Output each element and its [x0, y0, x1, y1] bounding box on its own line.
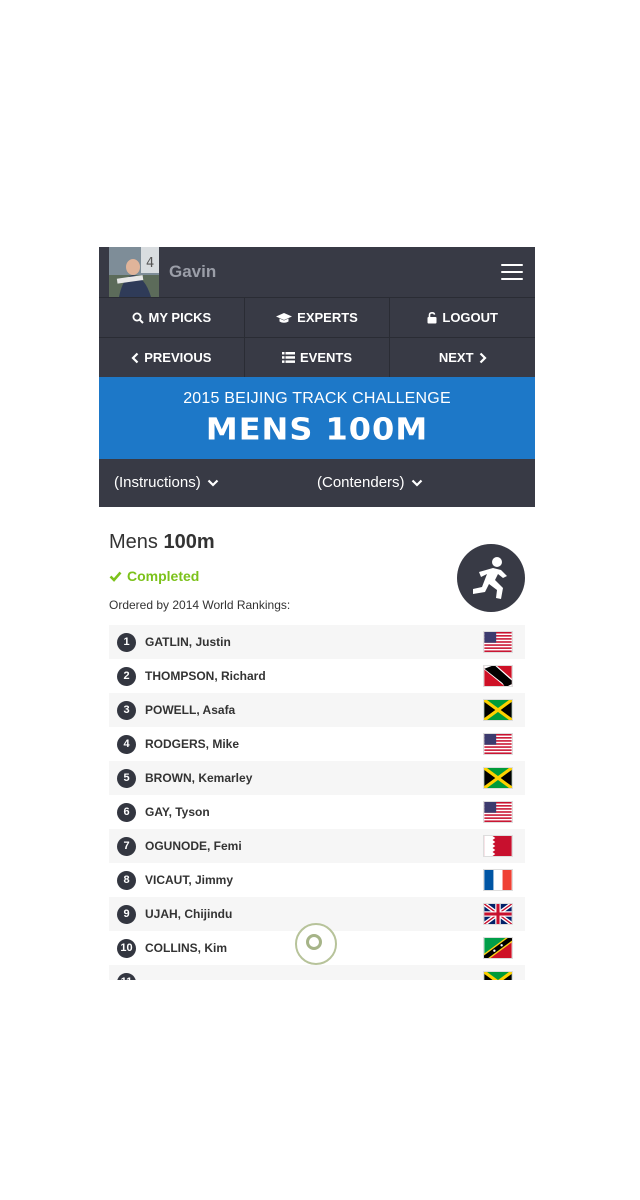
events-label: EVENTS: [300, 350, 353, 365]
toggle-bar: (Instructions) (Contenders): [99, 459, 535, 507]
jamaica-flag-icon: [483, 767, 513, 789]
previous-button[interactable]: PREVIOUS: [99, 338, 245, 377]
event-banner: 2015 BEIJING TRACK CHALLENGE MENS 100M: [99, 377, 535, 459]
athlete-name: VICAUT, Jimmy: [145, 873, 234, 887]
france-flag-icon: [483, 869, 513, 891]
sprinter-icon: [457, 544, 525, 612]
avatar[interactable]: 4: [109, 247, 159, 297]
usa-flag-icon: [483, 733, 513, 755]
logout-label: LOGOUT: [442, 310, 498, 325]
rank-badge: 9: [117, 904, 136, 924]
header: 4 Gavin: [99, 247, 535, 297]
nav-row-bottom: PREVIOUS EVENTS NEXT: [99, 337, 535, 377]
jamaica-flag-icon: [483, 971, 513, 980]
qatar-flag-icon: [483, 835, 513, 857]
athlete-name: THOMPSON, Richard: [145, 669, 266, 683]
instructions-label: (Instructions): [114, 474, 201, 491]
athlete-row[interactable]: 3 POWELL, Asafa: [109, 693, 525, 727]
my-picks-button[interactable]: MY PICKS: [99, 298, 245, 337]
challenge-subtitle: 2015 BEIJING TRACK CHALLENGE: [183, 390, 451, 407]
usa-flag-icon: [483, 631, 513, 653]
athlete-name: GATLIN, Justin: [145, 635, 231, 649]
st-kitts-flag-icon: [483, 937, 513, 959]
rank-badge: 11: [117, 972, 136, 980]
app-frame: 4 Gavin MY PICKS EXPERTS LOGOUT PREVIOUS…: [99, 247, 535, 980]
trinidad-flag-icon: [483, 665, 513, 687]
athlete-name: POWELL, Asafa: [145, 703, 236, 717]
event-banner-title: MENS 100M: [205, 410, 429, 448]
next-button[interactable]: NEXT: [390, 338, 535, 377]
event-title-bold: 100m: [163, 531, 215, 553]
instructions-toggle[interactable]: (Instructions): [114, 459, 219, 507]
rank-badge: 1: [117, 632, 136, 652]
event-status-label: Completed: [127, 568, 200, 584]
contenders-toggle[interactable]: (Contenders): [317, 459, 423, 507]
athlete-row[interactable]: 7 OGUNODE, Femi: [109, 829, 525, 863]
rank-badge: 8: [117, 870, 136, 890]
athlete-name: GAY, Tyson: [145, 805, 210, 819]
next-label: NEXT: [438, 350, 474, 365]
logout-button[interactable]: LOGOUT: [390, 298, 535, 337]
contenders-label: (Contenders): [317, 474, 405, 491]
events-button[interactable]: EVENTS: [245, 338, 391, 377]
athlete-name: BROWN, Kemarley: [145, 771, 253, 785]
unlock-icon: [427, 311, 437, 323]
rank-badge: 6: [117, 802, 136, 822]
uk-flag-icon: [483, 903, 513, 925]
chevron-down-icon: [207, 479, 218, 487]
my-picks-label: MY PICKS: [148, 310, 212, 325]
chevron-left-icon: [131, 352, 139, 363]
rank-badge: 2: [117, 666, 136, 686]
username: Gavin: [169, 262, 217, 281]
athlete-row[interactable]: 2 THOMPSON, Richard: [109, 659, 525, 693]
list-icon: [282, 352, 295, 363]
rank-badge: 10: [117, 938, 136, 958]
nav-row-top: MY PICKS EXPERTS LOGOUT: [99, 297, 535, 337]
loading-spinner-icon: [295, 923, 337, 965]
athlete-row[interactable]: 5 BROWN, Kemarley: [109, 761, 525, 795]
experts-label: EXPERTS: [297, 310, 358, 325]
athlete-name: OGUNODE, Femi: [145, 839, 242, 853]
graduation-cap-icon: [276, 312, 293, 323]
rank-badge: 4: [117, 734, 136, 754]
athlete-name: RODGERS, Mike: [145, 737, 240, 751]
event-title-prefix: Mens: [109, 531, 158, 553]
rank-badge: 5: [117, 768, 136, 788]
athlete-row[interactable]: 11: [109, 965, 525, 980]
athlete-name: UJAH, Chijindu: [145, 907, 233, 921]
athlete-row[interactable]: 8 VICAUT, Jimmy: [109, 863, 525, 897]
athlete-row[interactable]: 4 RODGERS, Mike: [109, 727, 525, 761]
previous-label: PREVIOUS: [144, 350, 212, 365]
chevron-right-icon: [479, 352, 487, 363]
svg-text:4: 4: [146, 256, 154, 271]
experts-button[interactable]: EXPERTS: [245, 298, 391, 337]
rank-badge: 3: [117, 700, 136, 720]
menu-icon[interactable]: [501, 264, 523, 280]
search-icon: [132, 312, 144, 324]
athlete-row[interactable]: 1 GATLIN, Justin: [109, 625, 525, 659]
athlete-row[interactable]: 6 GAY, Tyson: [109, 795, 525, 829]
jamaica-flag-icon: [483, 699, 513, 721]
rank-badge: 7: [117, 836, 136, 856]
check-icon: [109, 571, 122, 582]
event-content: Mens 100m Completed Ordered by 2014 Worl…: [99, 531, 535, 980]
usa-flag-icon: [483, 801, 513, 823]
chevron-down-icon: [411, 479, 422, 487]
athlete-name: COLLINS, Kim: [145, 941, 228, 955]
